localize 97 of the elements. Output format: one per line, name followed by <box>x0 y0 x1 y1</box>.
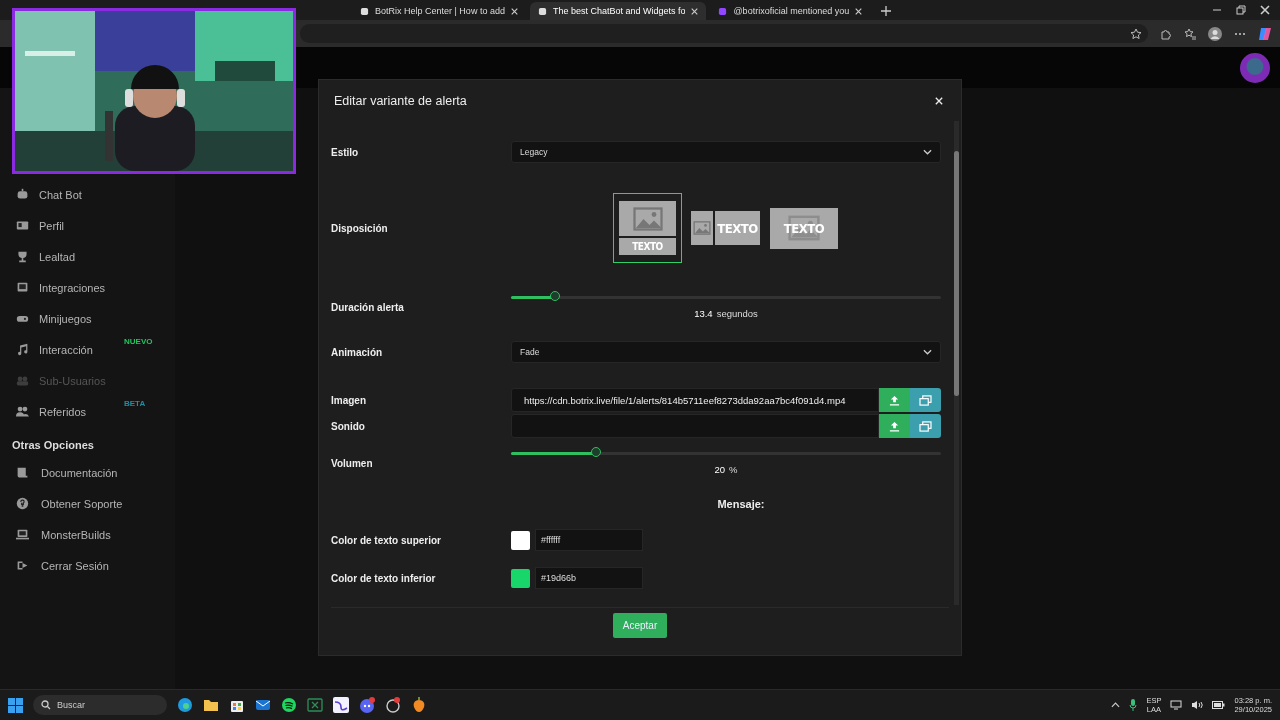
field-label: Color de texto inferior <box>331 572 437 584</box>
color-field[interactable]: #ffffff <box>535 529 643 551</box>
menu-icon <box>16 559 29 572</box>
avatar[interactable] <box>1240 52 1270 83</box>
profile-icon[interactable] <box>1208 26 1222 41</box>
menu-icon <box>16 343 29 356</box>
menu-icon <box>16 528 29 541</box>
volume-icon[interactable] <box>1191 700 1204 710</box>
browser-tab[interactable]: BotRix Help Center | How to add <box>352 2 526 20</box>
favorites-icon[interactable] <box>1184 27 1196 40</box>
browser-tab[interactable]: @botrixoficial mentioned you <box>710 2 871 20</box>
menu-icon <box>16 374 29 387</box>
slider-value: 13.4 <box>694 307 713 319</box>
scrollbar[interactable] <box>954 121 959 605</box>
battery-icon[interactable] <box>1212 701 1226 709</box>
wave-icon[interactable] <box>333 697 349 713</box>
upload-button[interactable] <box>879 414 910 438</box>
tab-favicon-icon <box>537 6 547 16</box>
sidebar-item[interactable]: Referidos <box>39 405 87 418</box>
sidebar-item[interactable]: MonsterBuilds <box>41 528 111 541</box>
gallery-button[interactable] <box>910 414 941 438</box>
tab-favicon-icon <box>718 6 728 16</box>
color-swatch[interactable] <box>511 530 530 550</box>
select-field[interactable]: Legacy <box>511 141 941 163</box>
microphone-icon[interactable] <box>1129 699 1138 711</box>
badge-label: BETA <box>124 399 146 408</box>
monitor-icon[interactable] <box>1170 700 1183 710</box>
menu-icon <box>16 405 29 418</box>
sidebar-item[interactable]: Minijuegos <box>39 312 92 325</box>
sidebar-item[interactable]: Obtener Soporte <box>41 497 123 510</box>
slider-unit: segundos <box>716 307 758 319</box>
folder-icon[interactable] <box>203 697 219 713</box>
close-icon[interactable] <box>691 7 699 15</box>
search-icon <box>41 700 51 710</box>
chevron-icon <box>923 349 932 355</box>
color-swatch[interactable] <box>511 568 530 588</box>
field-label: Duración alerta <box>331 301 405 313</box>
dialog-title: Editar variante de alerta <box>334 93 467 108</box>
chat-icon[interactable] <box>359 697 375 713</box>
sidebar-item[interactable]: Documentación <box>41 466 118 479</box>
field-label: Animación <box>331 346 384 358</box>
slider-handle[interactable] <box>591 446 601 457</box>
section-heading: Mensaje: <box>716 498 766 510</box>
menu-icon <box>16 497 29 510</box>
gallery-icon <box>919 394 932 406</box>
sidebar-item[interactable]: Cerrar Sesión <box>41 559 109 572</box>
slider-handle[interactable] <box>550 290 561 301</box>
slider-value: 20 <box>714 463 726 475</box>
restore-icon[interactable] <box>1236 5 1246 15</box>
menu-icon <box>16 219 29 232</box>
music-icon[interactable] <box>281 697 297 713</box>
menu-icon <box>16 250 29 263</box>
chevron-up-icon[interactable] <box>1111 702 1121 708</box>
close-icon[interactable] <box>855 7 863 15</box>
spreadsheet-icon[interactable] <box>307 697 323 713</box>
tab-favicon-icon <box>360 6 369 16</box>
gallery-icon <box>919 420 932 432</box>
close-icon[interactable] <box>1260 5 1270 15</box>
start-icon[interactable] <box>8 697 23 713</box>
more-icon[interactable] <box>1234 31 1246 36</box>
image-icon <box>632 206 663 231</box>
field-label: Estilo <box>331 146 360 158</box>
field-label: Volumen <box>331 457 374 469</box>
field-label: Disposición <box>331 222 389 234</box>
slider-unit: % <box>729 463 738 475</box>
upload-icon <box>889 420 900 432</box>
sidebar-item[interactable]: Interacción <box>39 343 93 356</box>
field-label: Sonido <box>331 420 366 432</box>
url-field[interactable]: https://cdn.botrix.live/file/1/alerts/814b5711eef8273dda92aa7bc4f091d4.mp4 <box>511 388 879 412</box>
upload-icon <box>889 394 900 406</box>
close-icon[interactable] <box>510 7 518 15</box>
select-field[interactable]: Fade <box>511 341 941 363</box>
color-field[interactable]: #19d66b <box>535 567 643 589</box>
browser-icon[interactable] <box>177 697 193 713</box>
upload-button[interactable] <box>879 388 910 412</box>
image-icon <box>693 221 711 235</box>
game-icon[interactable] <box>385 697 401 713</box>
menu-icon <box>16 188 29 201</box>
sidebar-item[interactable]: Integraciones <box>39 281 106 294</box>
sidebar-item[interactable]: Lealtad <box>39 250 76 263</box>
menu-icon <box>16 466 29 479</box>
section-title: Otras Opciones <box>11 438 95 453</box>
field-label: Imagen <box>331 394 367 406</box>
gallery-button[interactable] <box>910 388 941 412</box>
browser-tab[interactable]: The best ChatBot and Widgets fo <box>529 2 707 20</box>
star-icon[interactable] <box>1130 27 1142 40</box>
new-tab-icon[interactable] <box>880 5 893 17</box>
mail-icon[interactable] <box>255 697 271 713</box>
url-field[interactable] <box>511 414 879 438</box>
badge-label: NUEVO <box>124 337 153 346</box>
menu-icon <box>16 281 29 294</box>
sidebar-item[interactable]: Perfil <box>39 219 65 232</box>
chevron-icon <box>923 149 932 155</box>
field-label: Color de texto superior <box>331 534 442 546</box>
sidebar-item[interactable]: Chat Bot <box>39 188 82 201</box>
fruit-icon[interactable] <box>411 697 427 713</box>
search-field[interactable]: Buscar <box>33 695 167 715</box>
